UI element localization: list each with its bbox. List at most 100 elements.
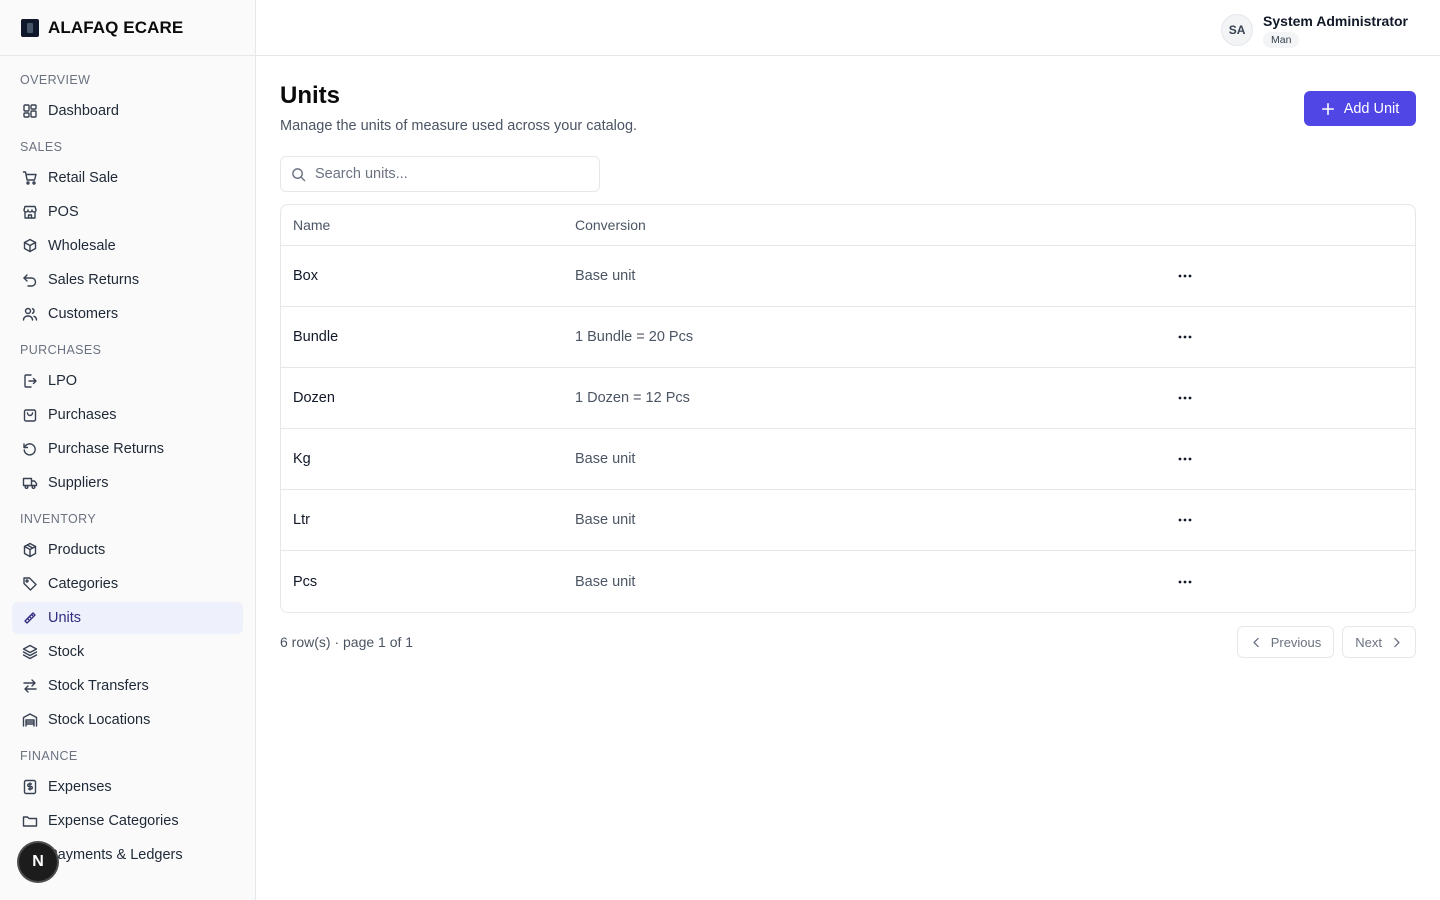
row-actions-button[interactable] bbox=[1171, 568, 1199, 596]
sidebar-item-purchase-returns[interactable]: Purchase Returns bbox=[12, 433, 243, 465]
rotate-ccw-icon bbox=[22, 441, 38, 457]
bag-icon bbox=[22, 407, 38, 423]
add-unit-button[interactable]: Add Unit bbox=[1304, 91, 1416, 126]
previous-page-button[interactable]: Previous bbox=[1236, 626, 1335, 658]
search-icon bbox=[292, 167, 306, 181]
row-actions-cell bbox=[1163, 323, 1207, 351]
users-icon bbox=[22, 306, 38, 322]
more-horizontal-icon bbox=[1178, 396, 1192, 400]
search-input[interactable] bbox=[315, 166, 595, 182]
more-horizontal-icon bbox=[1178, 274, 1192, 278]
more-horizontal-icon bbox=[1178, 580, 1192, 583]
page-title: Units bbox=[280, 82, 340, 109]
user-menu[interactable]: SA System Administrator Man bbox=[1221, 12, 1408, 48]
sidebar-item-expense-categories[interactable]: Expense Categories bbox=[12, 805, 243, 837]
row-actions-button[interactable] bbox=[1171, 323, 1199, 351]
sidebar-item-products[interactable]: Products bbox=[12, 534, 243, 566]
row-actions-button[interactable] bbox=[1171, 445, 1199, 473]
sidebar-item-dashboard[interactable]: Dashboard bbox=[12, 95, 243, 127]
sidebar-item-retail-sale[interactable]: Retail Sale bbox=[12, 162, 243, 194]
sidebar-item-categories[interactable]: Categories bbox=[12, 568, 243, 600]
user-role-badge: Man bbox=[1263, 32, 1300, 48]
user-name: System Administrator bbox=[1263, 13, 1408, 29]
sidebar-item-label: Payments & Ledgers bbox=[48, 847, 183, 863]
sidebar-item-label: Purchase Returns bbox=[48, 441, 165, 457]
unit-conversion-cell: Base unit bbox=[575, 451, 636, 467]
rotate-ccw-icon bbox=[23, 443, 36, 456]
unit-name-cell: Kg bbox=[293, 451, 311, 467]
row-actions-button[interactable] bbox=[1171, 506, 1199, 534]
cart-icon bbox=[22, 170, 38, 186]
more-horizontal-icon bbox=[1178, 518, 1192, 522]
sidebar-item-units[interactable]: Units bbox=[12, 602, 243, 634]
section-title-overview: OVERVIEW bbox=[20, 73, 91, 87]
brand[interactable]: ALAFAQ ECARE bbox=[0, 0, 255, 56]
unit-name-cell: Pcs bbox=[293, 573, 318, 590]
sidebar-item-sales-returns[interactable]: Sales Returns bbox=[12, 264, 243, 296]
brand-logo-icon bbox=[21, 18, 39, 37]
dev-tools-button[interactable]: N bbox=[19, 843, 57, 881]
boxes-icon bbox=[22, 238, 38, 254]
ruler-icon bbox=[22, 610, 38, 626]
receipt-icon bbox=[22, 779, 38, 795]
table-row[interactable]: Pcs Base unit bbox=[281, 551, 1415, 612]
sidebar-item-purchases[interactable]: Purchases bbox=[12, 399, 243, 431]
sidebar-item-expenses[interactable]: Expenses bbox=[12, 771, 243, 803]
column-header-conversion[interactable]: Conversion bbox=[575, 217, 1163, 233]
sidebar-item-suppliers[interactable]: Suppliers bbox=[12, 467, 243, 499]
row-actions-cell bbox=[1163, 262, 1207, 290]
row-actions-button[interactable] bbox=[1171, 262, 1199, 290]
table-row[interactable]: Bundle 1 Bundle = 20 Pcs bbox=[281, 307, 1415, 368]
file-export-icon bbox=[22, 373, 38, 389]
unit-conversion-cell: Base unit bbox=[575, 512, 636, 528]
receipt-icon bbox=[23, 779, 37, 795]
table-row[interactable]: Ltr Base unit bbox=[281, 490, 1415, 551]
search-box[interactable] bbox=[280, 156, 600, 192]
section-title-inventory: INVENTORY bbox=[20, 512, 97, 526]
sidebar-item-stock-locations[interactable]: Stock Locations bbox=[12, 704, 243, 736]
sidebar-item-stock-transfers[interactable]: Stock Transfers bbox=[12, 670, 243, 702]
cart-icon bbox=[22, 171, 37, 185]
row-actions-cell bbox=[1163, 445, 1207, 473]
table-footer: 6 row(s) · page 1 of 1 Previous Next bbox=[280, 626, 1416, 658]
sidebar-item-label: Sales Returns bbox=[48, 272, 140, 288]
sidebar-item-lpo[interactable]: LPO bbox=[12, 365, 243, 397]
more-horizontal-icon bbox=[1178, 335, 1192, 339]
sidebar-item-wholesale[interactable]: Wholesale bbox=[12, 230, 243, 262]
unit-name-cell: Dozen bbox=[293, 390, 335, 406]
undo-icon bbox=[23, 274, 37, 287]
page-description: Manage the units of measure used across … bbox=[280, 118, 638, 134]
chevron-right-icon bbox=[1394, 637, 1400, 647]
sidebar-item-stock[interactable]: Stock bbox=[12, 636, 243, 668]
sidebar-item-label: Wholesale bbox=[48, 238, 116, 254]
column-header-name[interactable]: Name bbox=[281, 217, 575, 233]
store-icon bbox=[23, 205, 37, 219]
sidebar-item-label: Expenses bbox=[48, 779, 112, 795]
table-row[interactable]: Kg Base unit bbox=[281, 429, 1415, 490]
package-icon bbox=[23, 542, 37, 558]
sidebar-item-label: Retail Sale bbox=[48, 170, 119, 186]
table-body: Box Base unit Bundle 1 Bundle = 20 Pcs Dozen… bbox=[281, 246, 1415, 612]
sidebar-item-label: Stock Transfers bbox=[48, 678, 149, 694]
row-actions-button[interactable] bbox=[1171, 384, 1199, 412]
sidebar-item-label: POS bbox=[48, 204, 79, 220]
tag-icon bbox=[23, 577, 37, 591]
pagination: Previous Next bbox=[1229, 626, 1416, 658]
table-row[interactable]: Box Base unit bbox=[281, 246, 1415, 307]
sidebar-item-customers[interactable]: Customers bbox=[12, 298, 243, 330]
sidebar-item-pos[interactable]: POS bbox=[12, 196, 243, 228]
avatar[interactable]: SA bbox=[1221, 14, 1254, 46]
dashboard-icon bbox=[22, 103, 38, 119]
add-unit-label: Add Unit bbox=[1343, 100, 1400, 117]
warehouse-icon bbox=[22, 713, 38, 727]
users-icon bbox=[22, 307, 38, 321]
next-page-button[interactable]: Next bbox=[1342, 626, 1416, 658]
row-count: 6 row(s) · page 1 of 1 bbox=[280, 634, 414, 650]
units-table: Name Conversion Box Base unit Bundle 1 Bund… bbox=[280, 204, 1416, 613]
sidebar-item-label: Dashboard bbox=[48, 103, 119, 119]
sidebar: ALAFAQ ECARE OVERVIEW Dashboard SALES Retai… bbox=[0, 0, 256, 900]
table-row[interactable]: Dozen 1 Dozen = 12 Pcs bbox=[281, 368, 1415, 429]
tag-icon bbox=[22, 576, 38, 592]
layers-icon bbox=[22, 644, 38, 660]
bag-icon bbox=[23, 409, 37, 422]
